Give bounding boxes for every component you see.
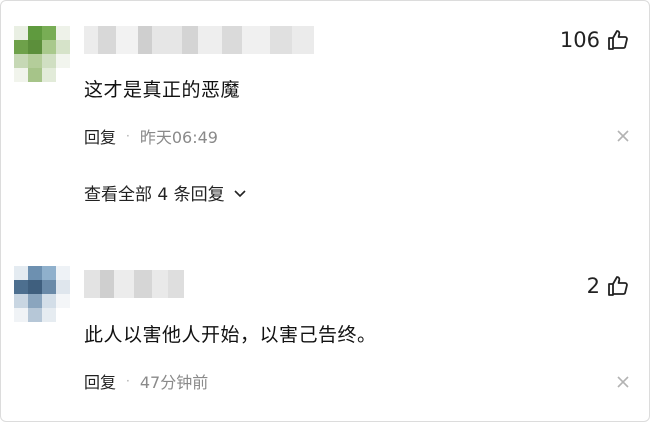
- username-blurred[interactable]: [84, 26, 314, 54]
- comment-meta: 回复 · 昨天06:49: [84, 124, 218, 148]
- chevron-down-icon: [234, 189, 246, 197]
- comment-meta: 回复 · 47分钟前: [84, 369, 208, 393]
- comment-item: 2 此人以害他人开始，以害己告终。 回复 · 47分钟前: [0, 250, 650, 422]
- avatar[interactable]: [14, 26, 70, 82]
- like-button[interactable]: 2: [587, 274, 630, 298]
- comment-time: 47分钟前: [139, 373, 209, 392]
- like-button[interactable]: 106: [560, 28, 630, 52]
- thumbs-up-icon: [608, 30, 628, 50]
- close-icon[interactable]: [616, 375, 630, 389]
- comment-text: 此人以害他人开始，以害己告终。: [84, 324, 377, 346]
- close-icon[interactable]: [616, 129, 630, 143]
- view-all-replies-button[interactable]: 查看全部 4 条回复: [84, 180, 247, 205]
- separator-dot: ·: [126, 129, 130, 143]
- username-blurred[interactable]: [84, 270, 184, 298]
- view-all-replies-label: 查看全部 4 条回复: [84, 185, 225, 205]
- comment-item: 106 这才是真正的恶魔 回复 · 昨天06:49 查看全部 4 条回复: [0, 0, 650, 240]
- thumbs-up-icon: [608, 276, 628, 296]
- separator-dot: ·: [126, 374, 130, 388]
- like-count: 106: [559, 28, 600, 52]
- avatar[interactable]: [14, 266, 70, 322]
- like-count: 2: [586, 274, 600, 298]
- comment-time: 昨天06:49: [139, 128, 218, 147]
- comment-text: 这才是真正的恶魔: [84, 79, 241, 101]
- reply-button[interactable]: 回复: [84, 124, 116, 148]
- reply-button[interactable]: 回复: [84, 369, 116, 393]
